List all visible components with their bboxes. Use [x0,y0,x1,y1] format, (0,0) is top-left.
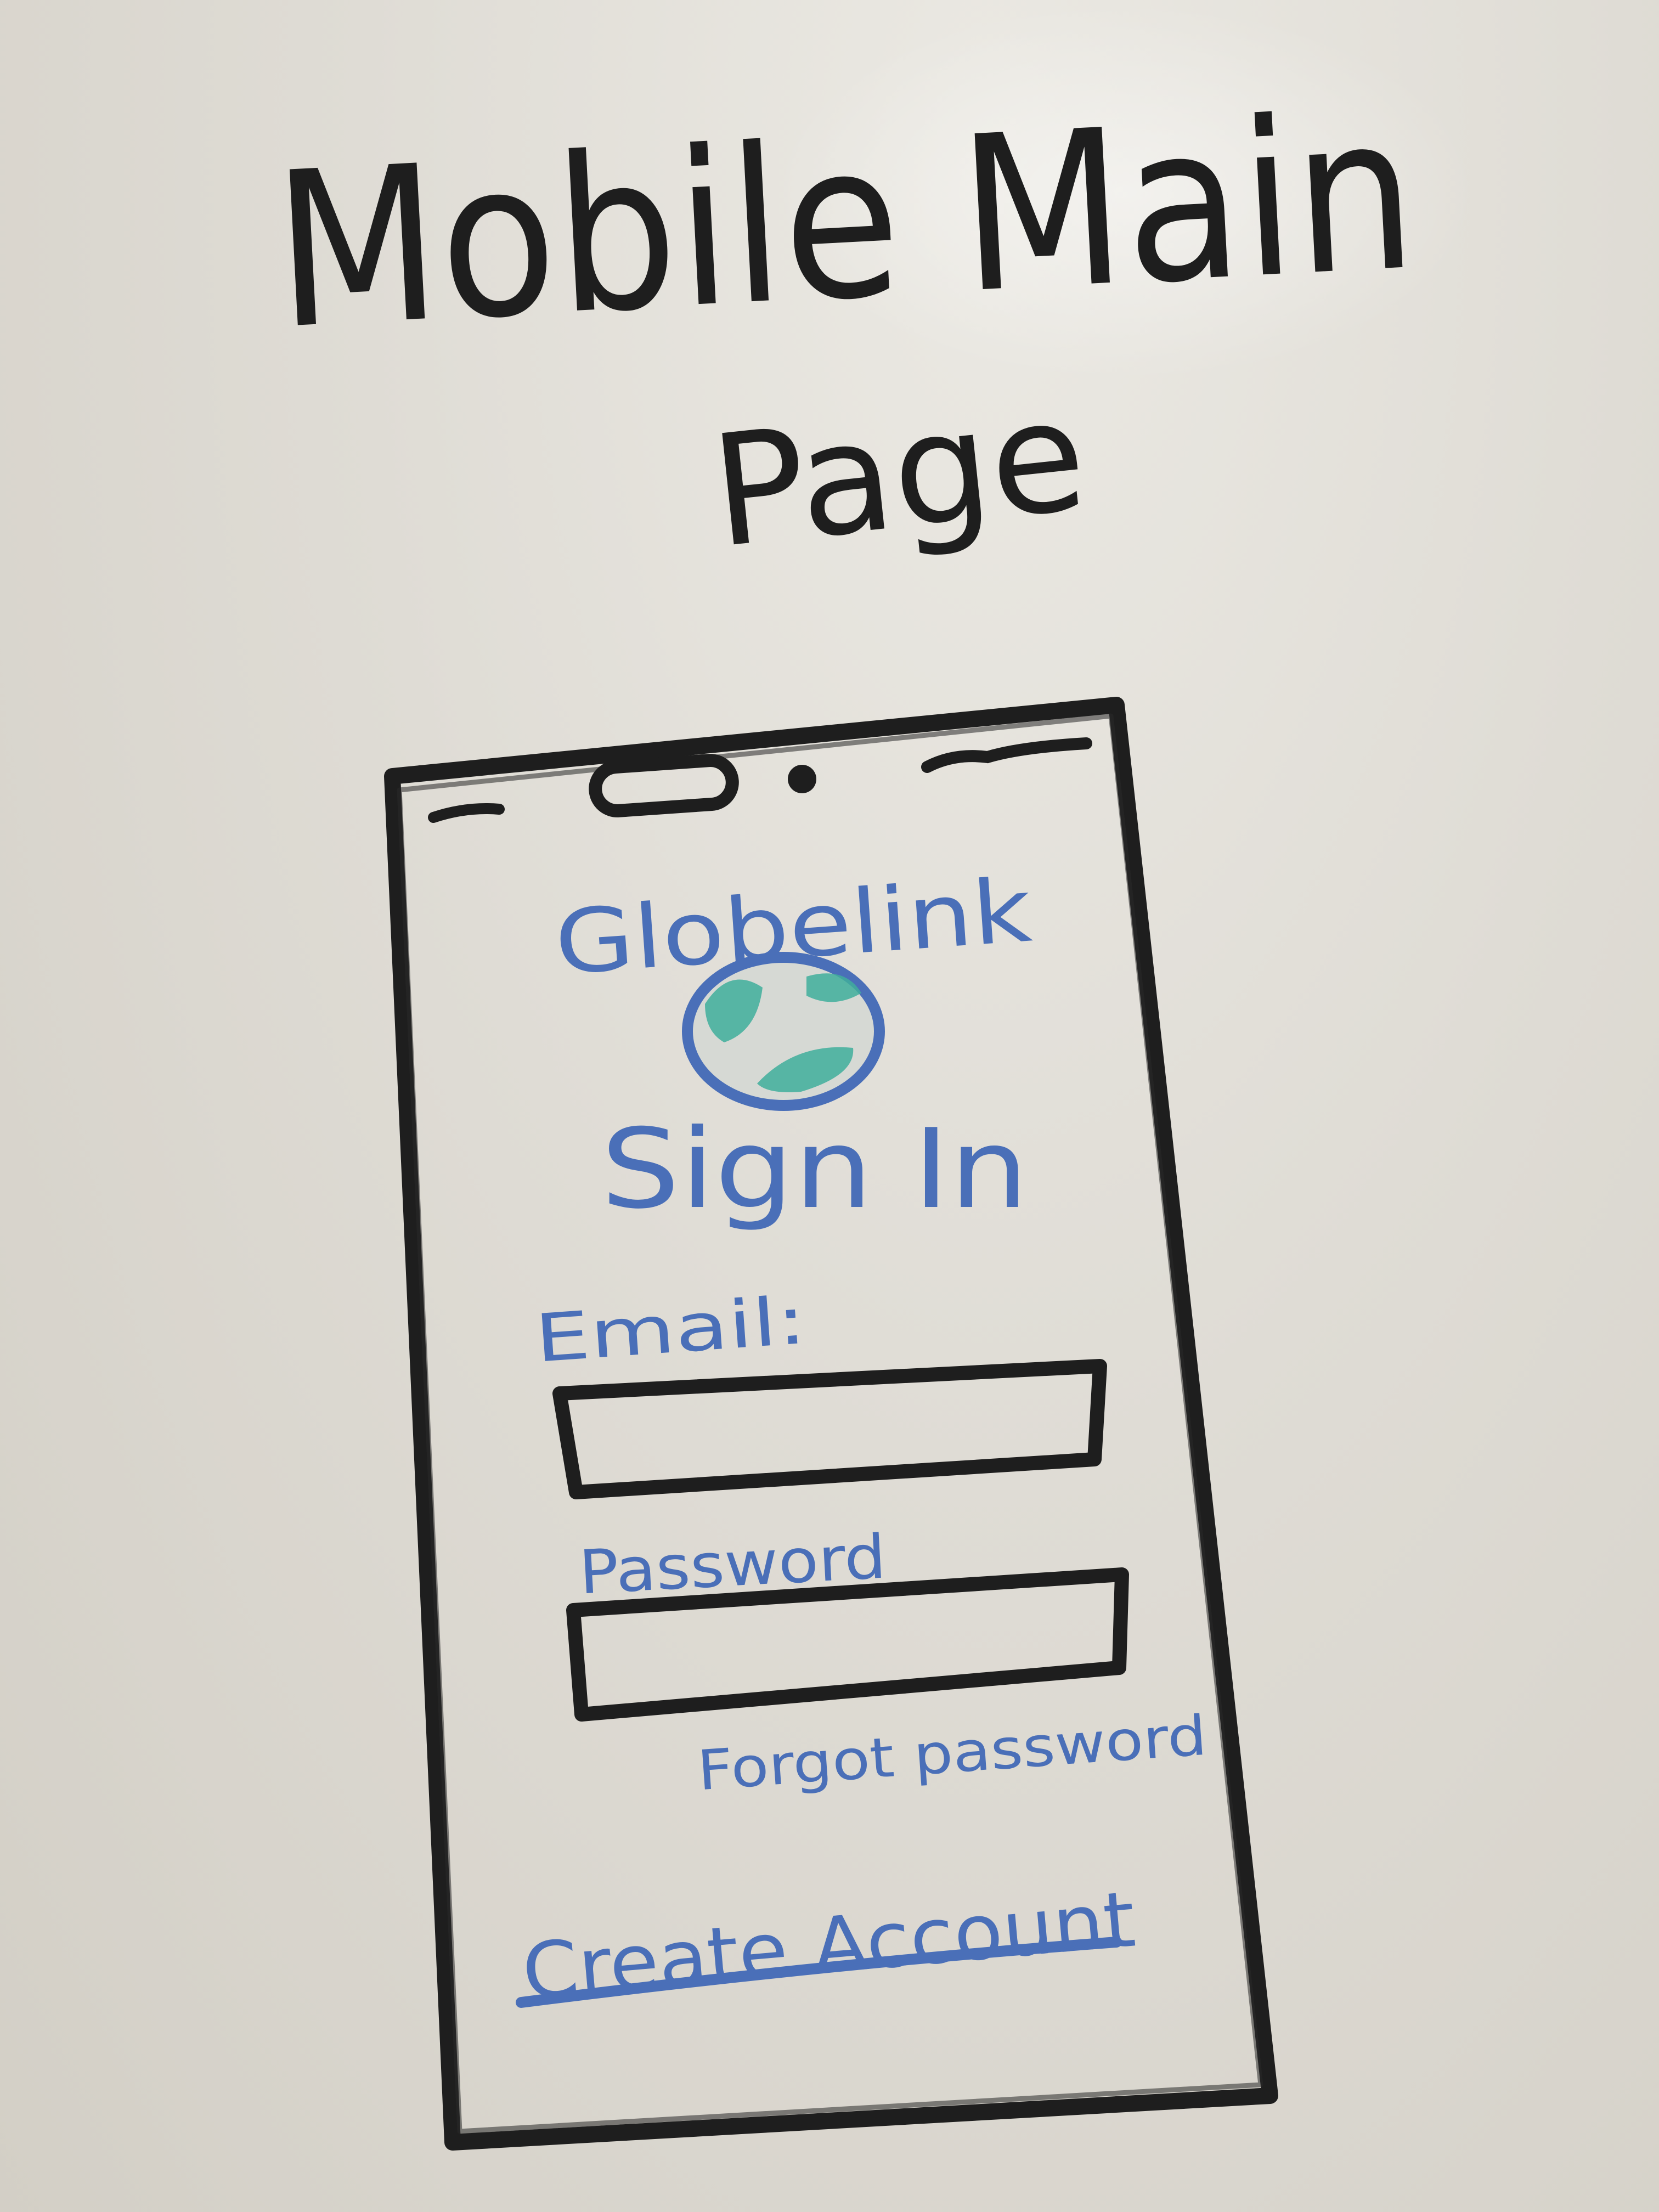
heading-line-1: Mobile Main [269,68,1421,376]
email-label: Email: [532,1283,808,1378]
status-bar-right-mark [921,737,1092,773]
camera-dot-icon [788,765,816,793]
create-account-link[interactable]: Create Account [516,1875,1139,2017]
sketch-canvas: Mobile Main Page Globelink Sign In Email… [269,68,1421,2151]
heading-line-2: Page [704,365,1093,582]
globe-icon [682,952,885,1111]
status-bar-left-mark [428,803,505,823]
speaker-notch [589,754,739,817]
page-title: Sign In [601,1105,1029,1233]
forgot-password-link[interactable]: Forgot password [695,1703,1209,1803]
email-field[interactable] [552,1359,1107,1499]
